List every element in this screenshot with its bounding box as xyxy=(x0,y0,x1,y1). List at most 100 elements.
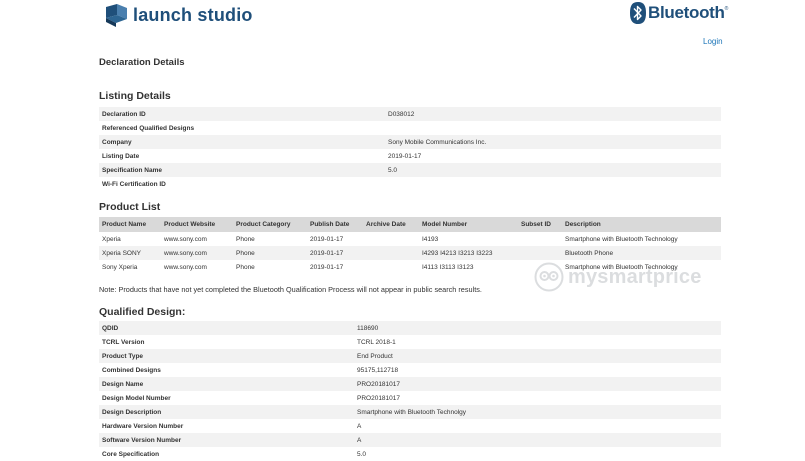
table-row: Declaration ID D038012 xyxy=(99,107,721,121)
design-name-label: Design Name xyxy=(99,377,354,391)
combined-designs-label: Combined Designs xyxy=(102,366,161,374)
bluetooth-logo: Bluetooth ® xyxy=(630,2,728,24)
table-header-row: Product Name Product Website Product Cat… xyxy=(99,217,721,232)
table-row: Xperia SONY www.sony.com Phone 2019-01-1… xyxy=(99,246,721,260)
archive-date-cell xyxy=(363,260,419,274)
specification-name-label: Specification Name xyxy=(99,163,385,177)
wifi-certification-id-label: Wi-Fi Certification ID xyxy=(102,180,166,188)
software-version-number-label: Software Version Number xyxy=(99,433,354,447)
watermark: mysmartprice xyxy=(534,262,702,292)
table-row: Design Name PRO20181017 xyxy=(99,377,721,391)
qualified-design-heading: Qualified Design: xyxy=(99,306,186,318)
subset-id-cell xyxy=(518,232,562,246)
column-header-publish-date[interactable]: Publish Date xyxy=(307,217,363,232)
product-category-cell: Phone xyxy=(233,246,307,260)
hardware-version-number-label: Hardware Version Number xyxy=(102,422,184,430)
company-value: Sony Mobile Communications Inc. xyxy=(385,135,721,149)
table-row: QDID 118690 xyxy=(99,321,721,335)
table-row: Listing Date 2019-01-17 xyxy=(99,149,721,163)
product-website-cell: www.sony.com xyxy=(164,235,207,243)
column-header-product-name[interactable]: Product Name xyxy=(99,217,161,232)
product-type-value: End Product xyxy=(354,349,721,363)
design-model-number-label: Design Model Number xyxy=(102,394,171,402)
model-number-cell: I4113 I3113 I3123 xyxy=(422,263,474,271)
product-category-cell: Phone xyxy=(236,263,255,271)
archive-date-cell xyxy=(363,232,419,246)
product-name-cell: Xperia xyxy=(102,235,121,243)
tcrl-version-value: TCRL 2018-1 xyxy=(357,338,396,346)
bluetooth-icon xyxy=(630,2,646,24)
design-description-value: Smartphone with Bluetooth Technolgy xyxy=(354,405,721,419)
design-description-label: Design Description xyxy=(99,405,354,419)
product-list-heading: Product List xyxy=(99,201,161,213)
model-number-cell: I4193 xyxy=(422,235,439,243)
table-row: Xperia www.sony.com Phone 2019-01-17 I41… xyxy=(99,232,721,246)
product-category-cell: Phone xyxy=(236,235,255,243)
bluetooth-wordmark: Bluetooth xyxy=(648,3,725,22)
wifi-certification-id-value xyxy=(385,177,721,191)
table-row: Core Specification 5.0 xyxy=(99,447,721,461)
design-name-value: PRO20181017 xyxy=(354,377,721,391)
column-header-subset-id[interactable]: Subset ID xyxy=(518,217,562,232)
login-link[interactable]: Login xyxy=(703,37,723,46)
core-specification-label: Core Specification xyxy=(102,450,160,458)
declaration-details-heading: Declaration Details xyxy=(99,57,185,68)
product-website-cell: www.sony.com xyxy=(161,246,233,260)
product-name-cell: Sony Xperia xyxy=(102,263,138,271)
table-row: Wi-Fi Certification ID xyxy=(99,177,721,191)
watermark-text: mysmartprice xyxy=(568,265,702,288)
design-model-number-value: PRO20181017 xyxy=(357,394,401,402)
qdid-label: QDID xyxy=(99,321,354,335)
tcrl-version-label: TCRL Version xyxy=(102,338,145,346)
publish-date-cell: 2019-01-17 xyxy=(310,235,344,243)
search-results-note: Note: Products that have not yet complet… xyxy=(99,285,482,294)
company-label: Company xyxy=(99,135,385,149)
model-number-cell: I4293 I4213 I3213 I3223 xyxy=(419,246,518,260)
column-header-description[interactable]: Description xyxy=(562,217,721,232)
listing-date-label: Listing Date xyxy=(102,152,140,160)
publish-date-cell: 2019-01-17 xyxy=(310,263,344,271)
product-type-label: Product Type xyxy=(99,349,354,363)
column-header-archive-date[interactable]: Archive Date xyxy=(363,217,419,232)
declaration-id-value: D038012 xyxy=(385,107,721,121)
table-row: Design Model Number PRO20181017 xyxy=(99,391,721,405)
subset-id-cell xyxy=(518,246,562,260)
listing-details-table: Declaration ID D038012 Referenced Qualif… xyxy=(99,107,721,191)
combined-designs-value: 95175,112718 xyxy=(357,366,399,374)
table-row: Company Sony Mobile Communications Inc. xyxy=(99,135,721,149)
column-header-product-category[interactable]: Product Category xyxy=(233,217,307,232)
listing-date-value: 2019-01-17 xyxy=(388,152,422,160)
product-website-cell: www.sony.com xyxy=(164,263,207,271)
referenced-qualified-designs-value xyxy=(385,121,721,135)
table-row: Hardware Version Number A xyxy=(99,419,721,433)
product-name-cell: Xperia SONY xyxy=(99,246,161,260)
table-row: Specification Name 5.0 xyxy=(99,163,721,177)
qualified-design-table: QDID 118690 TCRL Version TCRL 2018-1 Pro… xyxy=(99,321,721,461)
column-header-product-website[interactable]: Product Website xyxy=(161,217,233,232)
table-row: Combined Designs 95175,112718 xyxy=(99,363,721,377)
description-cell: Smartphone with Bluetooth Technology xyxy=(565,235,678,243)
launch-studio-logo[interactable]: launch studio xyxy=(106,4,253,27)
table-row: Design Description Smartphone with Bluet… xyxy=(99,405,721,419)
owl-icon xyxy=(534,262,564,292)
table-row: Product Type End Product xyxy=(99,349,721,363)
table-row: TCRL Version TCRL 2018-1 xyxy=(99,335,721,349)
publish-date-cell: 2019-01-17 xyxy=(307,246,363,260)
declaration-id-label: Declaration ID xyxy=(99,107,385,121)
qdid-value: 118690 xyxy=(354,321,721,335)
trademark-symbol: ® xyxy=(724,6,729,12)
listing-details-heading: Listing Details xyxy=(99,90,171,102)
column-header-model-number[interactable]: Model Number xyxy=(419,217,518,232)
table-row: Referenced Qualified Designs xyxy=(99,121,721,135)
archive-date-cell xyxy=(363,246,419,260)
launch-studio-wordmark: launch studio xyxy=(133,5,253,25)
specification-name-value: 5.0 xyxy=(385,163,721,177)
page-header: launch studio Bluetooth ® Login xyxy=(0,0,805,46)
referenced-qualified-designs-label: Referenced Qualified Designs xyxy=(102,124,195,132)
description-cell: Bluetooth Phone xyxy=(562,246,721,260)
core-specification-value: 5.0 xyxy=(357,450,367,458)
table-row: Software Version Number A xyxy=(99,433,721,447)
hardware-version-number-value: A xyxy=(357,422,362,430)
launch-studio-logo-icon xyxy=(106,4,127,27)
software-version-number-value: A xyxy=(354,433,721,447)
